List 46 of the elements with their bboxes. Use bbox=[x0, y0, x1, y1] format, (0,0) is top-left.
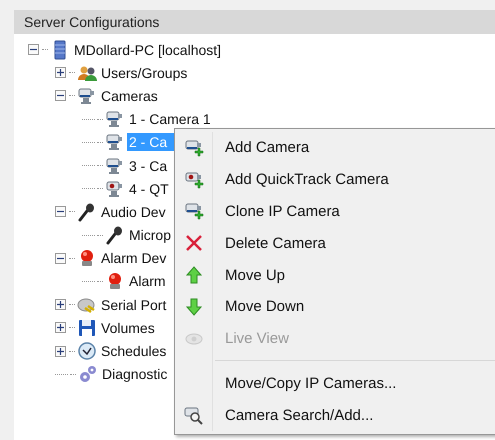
collapse-icon[interactable] bbox=[28, 44, 39, 56]
camera-add-icon bbox=[184, 138, 204, 158]
camera-icon bbox=[77, 86, 97, 106]
panel-header: Server Configurations bbox=[14, 10, 495, 34]
tree-item[interactable]: Schedules bbox=[99, 342, 168, 360]
menu-item[interactable]: Move/Copy IP Cameras... bbox=[175, 367, 495, 400]
tree-item[interactable]: Cameras bbox=[99, 86, 160, 105]
expand-icon[interactable] bbox=[55, 322, 66, 334]
expand-icon[interactable] bbox=[55, 346, 66, 357]
menu-item[interactable]: Move Up bbox=[175, 259, 495, 291]
tree-item[interactable]: Diagnostic bbox=[100, 365, 170, 384]
tree-item[interactable]: Alarm Dev bbox=[99, 249, 168, 268]
expand-icon[interactable] bbox=[55, 67, 66, 78]
menu-item[interactable]: Move Down bbox=[175, 290, 495, 323]
tree-item[interactable]: Volumes bbox=[99, 318, 157, 337]
camera-icon bbox=[105, 178, 125, 199]
collapse-icon[interactable] bbox=[55, 90, 66, 102]
tree-item[interactable]: Alarm bbox=[127, 272, 168, 290]
camera-icon bbox=[105, 132, 125, 152]
tree-item[interactable]: MDollard-PC [localhost] bbox=[72, 40, 224, 59]
arrow-down-icon bbox=[184, 296, 204, 317]
tree-item[interactable]: Users/Groups bbox=[99, 64, 190, 82]
collapse-icon[interactable] bbox=[55, 252, 66, 264]
menu-item[interactable]: Camera Search/Add... bbox=[175, 399, 495, 432]
arrow-up-icon bbox=[184, 265, 204, 286]
gears-icon bbox=[78, 364, 98, 384]
tree-item[interactable]: 1 - Camera 1 bbox=[127, 110, 213, 128]
camera-icon bbox=[105, 109, 125, 130]
menu-item[interactable]: Add QuickTrack Camera bbox=[175, 164, 495, 196]
microphone-icon bbox=[77, 202, 97, 222]
tree-item[interactable]: Audio Dev bbox=[99, 202, 168, 221]
tree-item[interactable]: Serial Port bbox=[99, 296, 168, 314]
menu-item[interactable]: Clone IP Camera bbox=[175, 196, 495, 228]
camera-add-icon bbox=[184, 201, 204, 222]
tree-item[interactable]: 4 - QT bbox=[127, 180, 171, 198]
menu-item[interactable]: Delete Camera bbox=[175, 227, 495, 260]
camera-add-icon bbox=[184, 170, 204, 190]
clock-icon bbox=[77, 341, 97, 362]
delete-icon bbox=[184, 233, 204, 254]
camera-search-icon bbox=[184, 405, 204, 426]
collapse-icon[interactable] bbox=[55, 206, 66, 218]
microphone-icon bbox=[105, 225, 125, 246]
tree-item[interactable]: Microp bbox=[127, 226, 174, 244]
camera-icon bbox=[105, 156, 125, 176]
tree-item[interactable]: 3 - Ca bbox=[127, 156, 170, 175]
expand-icon[interactable] bbox=[55, 299, 66, 310]
